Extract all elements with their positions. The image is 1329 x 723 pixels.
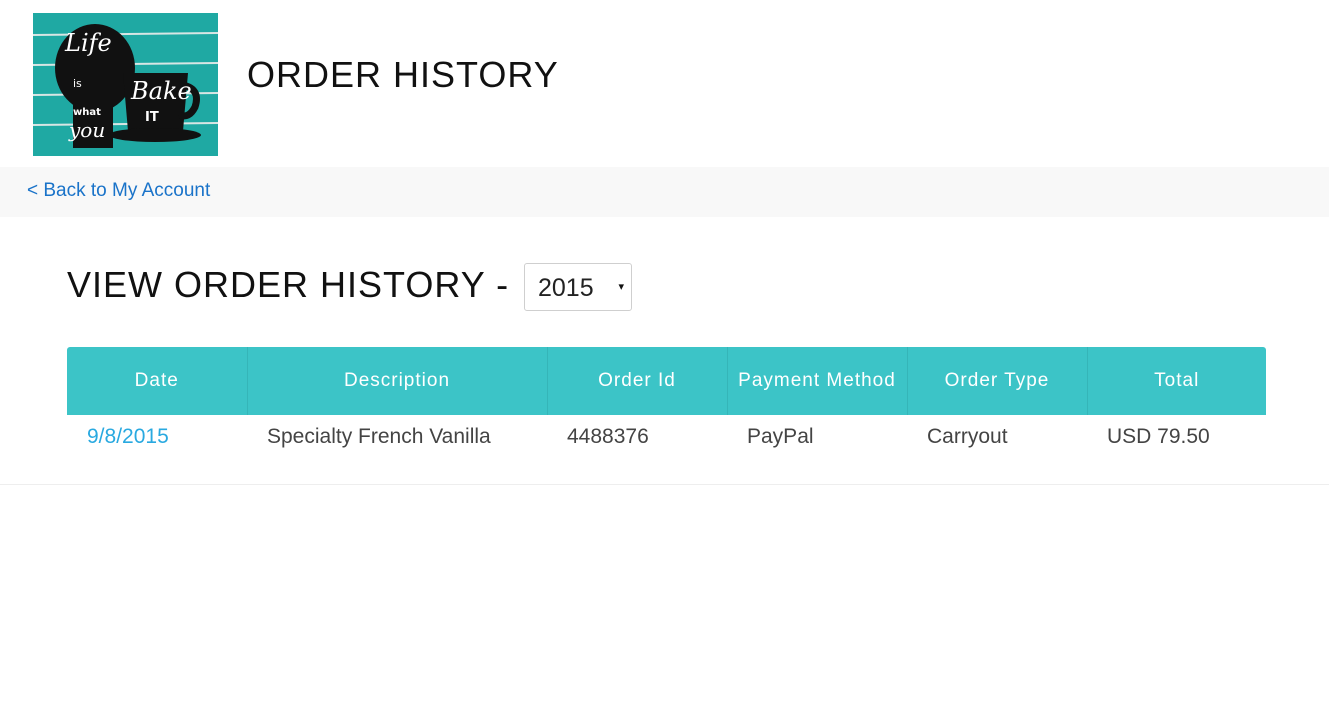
logo-artwork: Life is Bake IT what you [33,13,218,156]
table-header-row: Date Description Order Id Payment Method… [67,347,1266,415]
column-header-date[interactable]: Date [67,347,247,415]
back-to-account-link[interactable]: < Back to My Account [27,180,210,202]
year-select-value: 2015 [538,274,594,302]
column-header-total[interactable]: Total [1086,347,1266,415]
column-header-order-type[interactable]: Order Type [906,347,1087,415]
content-divider [0,484,1329,485]
view-order-history-heading: VIEW ORDER HISTORY - [67,264,510,305]
chevron-down-icon: ▾ [618,281,624,293]
order-id-cell: 4488376 [567,425,649,448]
column-header-order-id[interactable]: Order Id [546,347,727,415]
logo-word-you: you [68,118,105,142]
order-total-cell: USD 79.50 [1107,425,1210,448]
logo-word-life: Life [64,29,112,57]
order-date-link[interactable]: 9/8/2015 [87,425,169,448]
order-history-table: Date Description Order Id Payment Method… [67,347,1266,459]
table-row: 9/8/2015 Specialty French Vanilla 448837… [67,415,1266,459]
logo-word-it: IT [145,110,159,125]
payment-method-cell: PayPal [747,425,814,448]
order-date-cell: 9/8/2015 [67,415,247,459]
back-nav-bar: < Back to My Account [0,167,1329,217]
logo-word-is: is [73,77,82,90]
page-title: ORDER HISTORY [247,54,559,95]
bakery-logo[interactable]: Life is Bake IT what you [33,13,218,156]
column-header-payment-method[interactable]: Payment Method [726,347,907,415]
logo-word-bake: Bake [130,77,192,105]
order-description-cell: Specialty French Vanilla [267,425,491,448]
column-header-description[interactable]: Description [246,347,547,415]
order-type-cell: Carryout [927,425,1008,448]
year-select[interactable]: 2015 ▾ [524,263,632,311]
page-header: Life is Bake IT what you ORDER HISTORY [0,0,1329,167]
logo-word-what: what [73,107,101,118]
